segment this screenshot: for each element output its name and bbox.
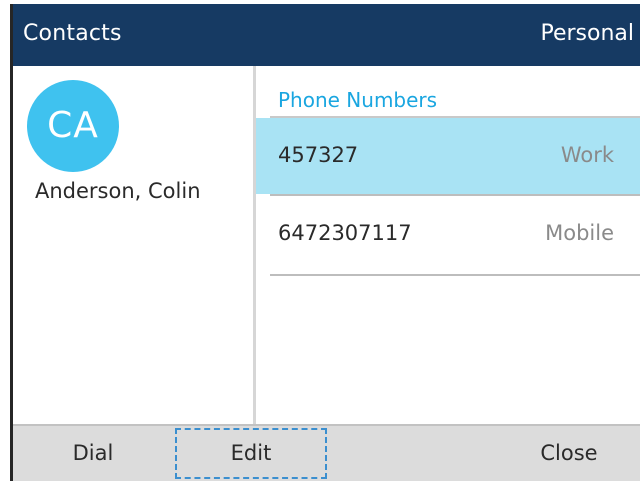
row-divider (270, 274, 640, 276)
avatar: CA (27, 80, 119, 172)
phone-numbers-pane: Phone Numbers 457327 Work 6472307117 Mob… (256, 66, 640, 424)
softkey-bar: Dial Edit Close (13, 424, 640, 481)
directory-name: Personal (540, 21, 634, 46)
phone-numbers-heading: Phone Numbers (278, 88, 438, 112)
contact-summary-pane: CA Anderson, Colin (13, 66, 253, 424)
title-bar: Contacts Personal (13, 4, 640, 66)
edit-button[interactable]: Edit (173, 426, 329, 481)
phone-number-row-work[interactable]: 457327 Work (256, 118, 640, 194)
contact-detail-screen: Contacts Personal CA Anderson, Colin Pho… (10, 4, 640, 481)
close-button[interactable]: Close (519, 426, 619, 481)
dial-button[interactable]: Dial (43, 426, 143, 481)
screen-title: Contacts (23, 21, 122, 46)
phone-type: Work (560, 143, 614, 167)
phone-number: 6472307117 (278, 221, 412, 245)
phone-type: Mobile (545, 221, 614, 245)
contact-name: Anderson, Colin (35, 179, 201, 203)
phone-number-row-mobile[interactable]: 6472307117 Mobile (256, 196, 640, 272)
phone-number: 457327 (278, 143, 359, 167)
